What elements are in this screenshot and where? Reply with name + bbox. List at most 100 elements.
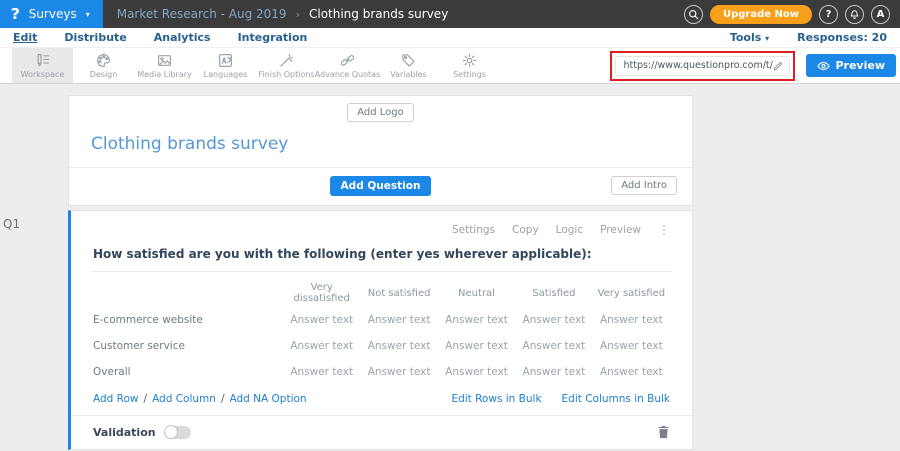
matrix-answer-cell[interactable]: Answer text [283,314,360,326]
toolbar-item-languages[interactable]: Languages [195,48,256,83]
tab-integration[interactable]: Integration [238,31,308,44]
breadcrumb-parent-link[interactable]: Market Research - Aug 2019 [117,7,287,21]
matrix-answer-cell[interactable]: Answer text [360,366,437,378]
question-copy-button[interactable]: Copy [512,224,539,236]
responses-count-link[interactable]: Responses: 20 [797,31,887,44]
product-switcher[interactable]: ? Surveys ▾ [0,0,103,28]
toolbar-item-label: Languages [204,70,248,79]
tools-menu-button[interactable]: Tools ▾ [730,31,769,44]
toolbar-item-media-library[interactable]: Media Library [134,48,195,83]
questionpro-logo-icon: ? [11,5,21,23]
question-preview-button[interactable]: Preview [600,224,641,236]
eye-icon [817,61,830,71]
question-actions: Settings Copy Logic Preview ⋮ [71,211,692,240]
matrix-column-header[interactable]: Very dissatisfied [283,282,360,304]
edit-columns-in-bulk-link[interactable]: Edit Columns in Bulk [562,393,670,405]
builder-toolbar: Workspace Design Media Library Languages… [0,47,900,84]
share-url-input[interactable] [623,60,773,71]
kebab-menu-icon[interactable]: ⋮ [658,223,670,237]
survey-header-actions: Add Question Add Intro [69,168,692,205]
matrix-answer-cell[interactable]: Answer text [283,340,360,352]
matrix-answer-cell[interactable]: Answer text [593,314,670,326]
edit-rows-in-bulk-link[interactable]: Edit Rows in Bulk [451,393,541,405]
toolbar-item-label: Advance Quotas [315,70,380,79]
matrix-answer-cell[interactable]: Answer text [515,314,592,326]
pencil-icon [773,60,784,71]
chevron-down-icon: ▾ [86,10,90,19]
add-row-link[interactable]: Add Row [93,393,139,405]
validation-toggle[interactable] [164,426,191,439]
design-palette-icon [96,53,111,68]
preview-button[interactable]: Preview [806,54,896,77]
chevron-down-icon: ▾ [765,34,769,43]
toolbar-item-design[interactable]: Design [73,48,134,83]
matrix-answer-cell[interactable]: Answer text [593,340,670,352]
advance-quotas-icon [340,53,355,68]
tab-edit[interactable]: Edit [13,31,37,44]
upgrade-now-button[interactable]: Upgrade Now [710,5,812,24]
matrix-answer-cell[interactable]: Answer text [283,366,360,378]
toolbar-item-label: Finish Options [258,70,314,79]
builder-canvas: Q1 Add Logo Clothing brands survey Add Q… [0,84,900,450]
matrix-answer-cell[interactable]: Answer text [593,366,670,378]
matrix-answer-cell[interactable]: Answer text [438,366,515,378]
edit-url-button[interactable] [773,60,784,71]
bulk-links: Edit Rows in Bulk Edit Columns in Bulk [451,393,670,405]
toolbar-item-label: Design [90,70,118,79]
languages-icon [218,53,233,68]
toolbar-item-label: Settings [453,70,486,79]
survey-stage: Add Logo Clothing brands survey Add Ques… [68,95,693,451]
notifications-button[interactable] [845,5,864,24]
matrix-column-header[interactable]: Neutral [438,288,515,299]
toolbar-item-finish-options[interactable]: Finish Options [256,48,317,83]
question-logic-button[interactable]: Logic [556,224,583,236]
preview-label: Preview [835,59,885,72]
question-settings-button[interactable]: Settings [452,224,495,236]
matrix-answer-cell[interactable]: Answer text [360,314,437,326]
matrix-column-header[interactable]: Very satisfied [593,288,670,299]
matrix-row-label[interactable]: Overall [93,366,283,378]
matrix-table: Very dissatisfied Not satisfied Neutral … [93,279,670,385]
matrix-row-label[interactable]: E-commerce website [93,314,283,326]
link-separator: / [144,393,148,405]
matrix-column-header[interactable]: Not satisfied [360,288,437,299]
add-na-option-link[interactable]: Add NA Option [230,393,307,405]
breadcrumb-separator-icon: › [296,8,300,21]
toolbar-item-settings[interactable]: Settings [439,48,500,83]
media-library-icon [157,53,172,68]
tab-distribute[interactable]: Distribute [64,31,126,44]
toggle-knob [164,425,178,439]
delete-question-button[interactable] [657,425,670,439]
matrix-answer-cell[interactable]: Answer text [438,314,515,326]
workspace-icon [35,53,50,68]
toolbar-item-workspace[interactable]: Workspace [12,48,73,83]
settings-gear-icon [462,53,477,68]
toolbar-item-advance-quotas[interactable]: Advance Quotas [317,48,378,83]
share-url-highlight-box [610,51,795,81]
trash-icon [657,425,670,439]
add-question-button[interactable]: Add Question [330,176,432,196]
search-icon [688,9,699,20]
question-text[interactable]: How satisfied are you with the following… [93,247,592,261]
matrix-row-label[interactable]: Customer service [93,340,283,352]
finish-options-wand-icon [279,53,294,68]
avatar[interactable]: A [871,5,890,24]
help-button[interactable]: ? [819,5,838,24]
tab-analytics[interactable]: Analytics [154,31,211,44]
add-logo-button[interactable]: Add Logo [347,103,414,122]
matrix-answer-cell[interactable]: Answer text [515,366,592,378]
add-intro-button[interactable]: Add Intro [611,176,677,195]
toolbar-item-variables[interactable]: Variables [378,48,439,83]
question-card: Settings Copy Logic Preview ⋮ How satisf… [68,210,693,450]
nav-right: Tools ▾ Responses: 20 [730,31,887,44]
matrix-answer-cell[interactable]: Answer text [438,340,515,352]
validation-label: Validation [93,426,156,439]
matrix-column-header[interactable]: Satisfied [515,288,592,299]
matrix-answer-cell[interactable]: Answer text [515,340,592,352]
survey-title[interactable]: Clothing brands survey [69,122,692,167]
matrix-row: Overall Answer text Answer text Answer t… [93,359,670,385]
add-column-link[interactable]: Add Column [152,393,216,405]
product-label: Surveys [29,7,77,21]
matrix-answer-cell[interactable]: Answer text [360,340,437,352]
search-button[interactable] [684,5,703,24]
